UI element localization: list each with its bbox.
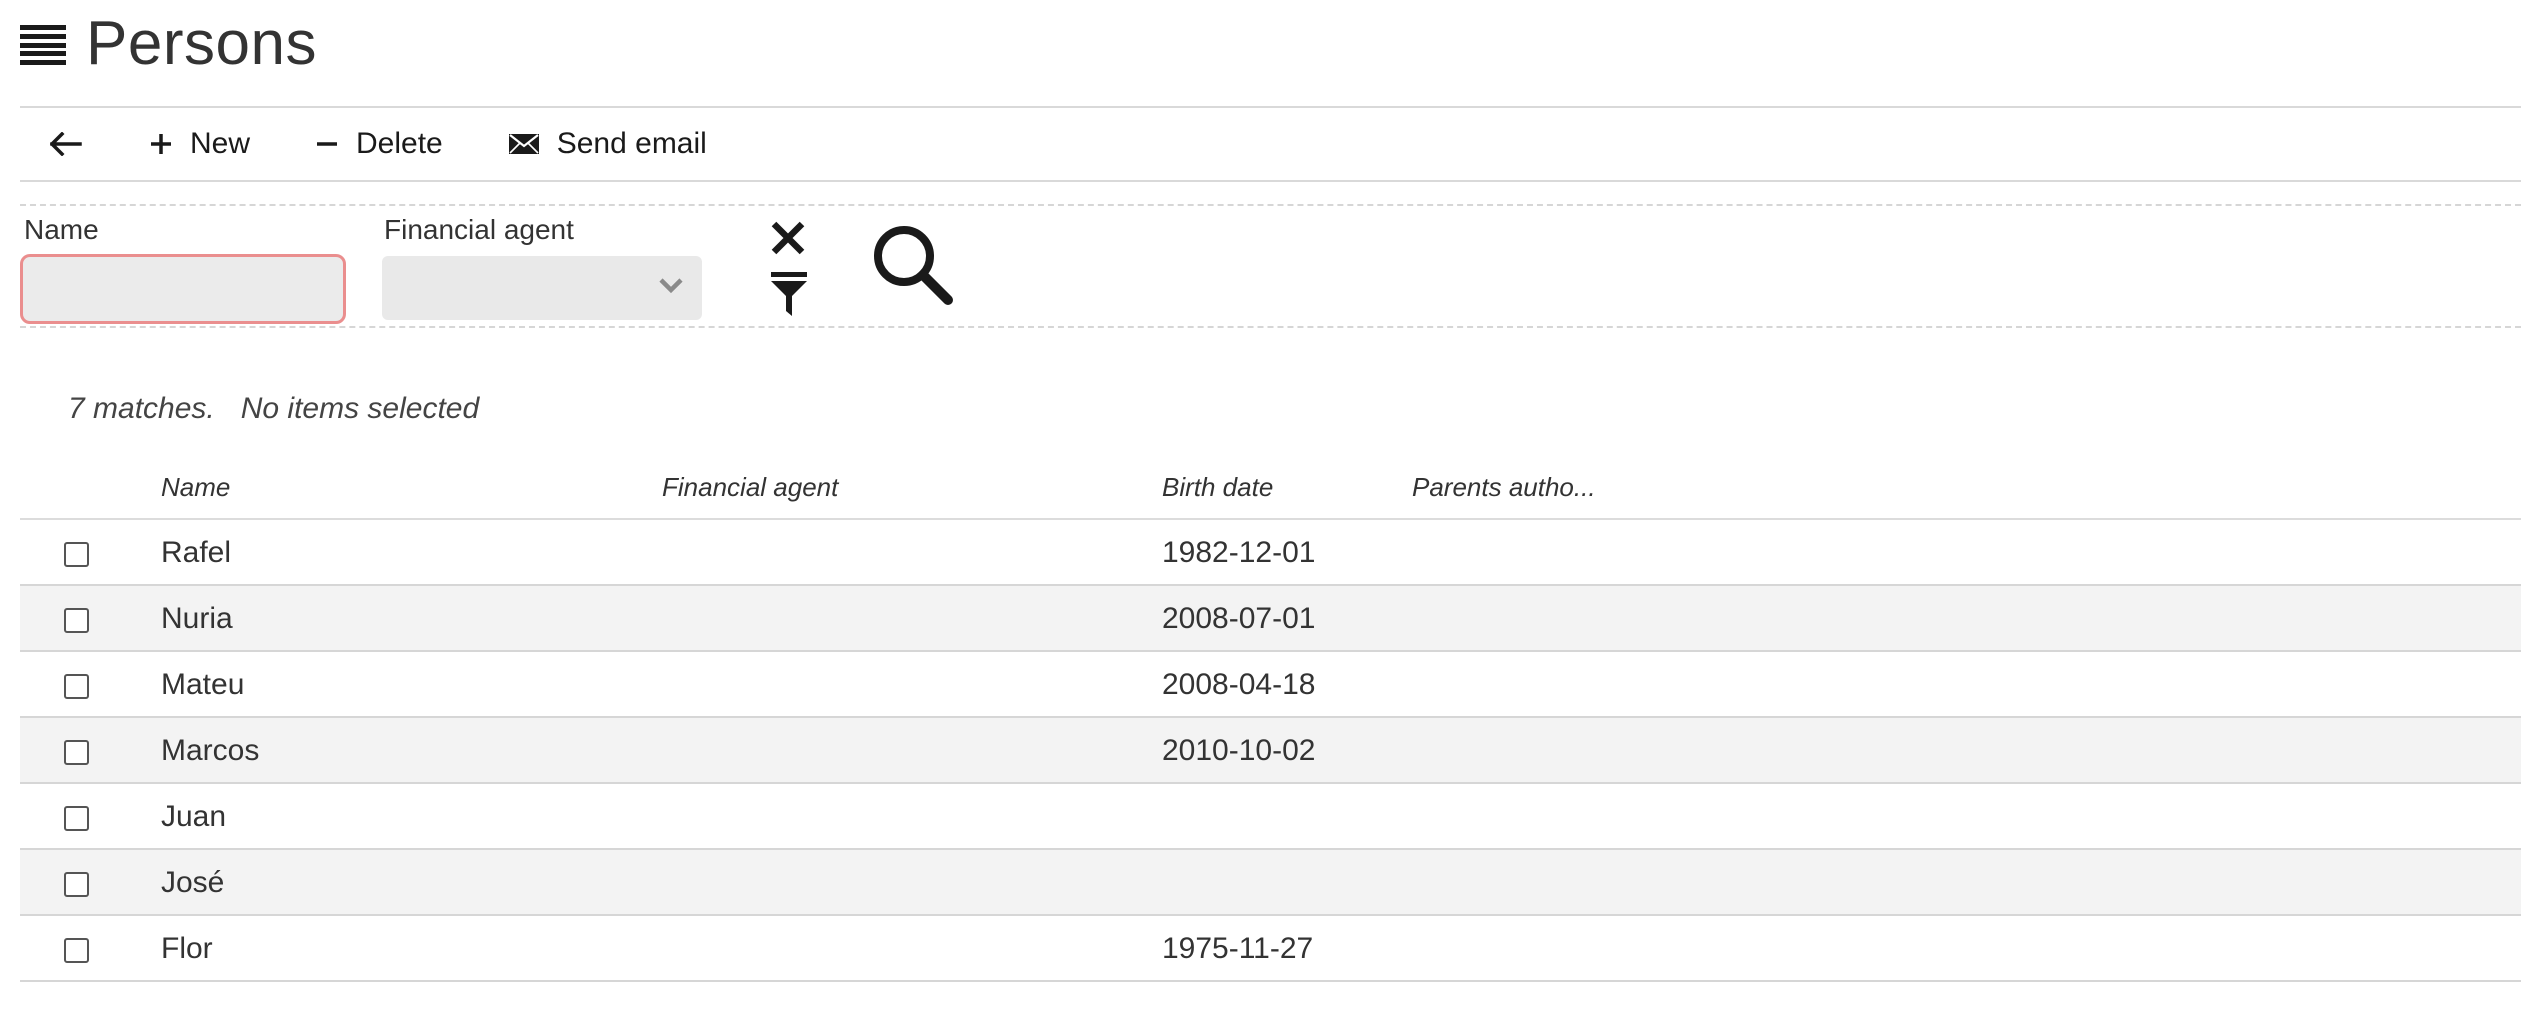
- column-header-name[interactable]: Name: [161, 472, 230, 503]
- name-filter-label: Name: [24, 214, 99, 245]
- cell-name: Flor: [161, 932, 213, 965]
- row-checkbox[interactable]: [64, 608, 89, 633]
- envelope-icon: [508, 134, 539, 154]
- row-checkbox[interactable]: [64, 806, 89, 831]
- back-button[interactable]: [50, 108, 86, 180]
- minus-icon: [316, 133, 338, 155]
- row-checkbox[interactable]: [64, 542, 89, 567]
- table-row[interactable]: Marcos 2010-10-02: [20, 718, 2521, 784]
- cell-birth-date: 2008-04-18: [1162, 668, 1316, 701]
- close-icon[interactable]: [766, 216, 810, 260]
- table-row[interactable]: Nuria 2008-07-01: [20, 586, 2521, 652]
- row-checkbox[interactable]: [64, 938, 89, 963]
- cell-birth-date: 1975-11-27: [1162, 932, 1314, 965]
- cell-name: Mateu: [161, 668, 245, 701]
- cell-name: Nuria: [161, 602, 233, 635]
- row-checkbox[interactable]: [64, 740, 89, 765]
- arrow-left-icon: [50, 132, 82, 156]
- cell-birth-date: 2008-07-01: [1162, 602, 1316, 635]
- table-row[interactable]: Rafel 1982-12-01: [20, 520, 2521, 586]
- persons-table: Name Financial agent Birth date Parents …: [20, 456, 2521, 982]
- send-email-button-label: Send email: [556, 127, 707, 160]
- cell-name: Rafel: [161, 536, 232, 569]
- table-row[interactable]: José: [20, 850, 2521, 916]
- column-header-financial-agent[interactable]: Financial agent: [662, 472, 838, 503]
- hamburger-icon[interactable]: [20, 25, 66, 65]
- column-header-birth-date[interactable]: Birth date: [1162, 472, 1273, 503]
- funnel-icon[interactable]: [770, 270, 808, 318]
- cell-birth-date: 1982-12-01: [1162, 536, 1316, 569]
- cell-name: José: [161, 866, 225, 899]
- search-icon[interactable]: [870, 222, 956, 308]
- cell-birth-date: 2010-10-02: [1162, 734, 1316, 767]
- toolbar: New Delete Send email: [20, 106, 2521, 182]
- table-row[interactable]: Juan: [20, 784, 2521, 850]
- delete-button[interactable]: Delete: [316, 108, 443, 180]
- table-header: Name Financial agent Birth date Parents …: [20, 456, 2521, 520]
- table-row[interactable]: Flor 1975-11-27: [20, 916, 2521, 982]
- row-checkbox[interactable]: [64, 674, 89, 699]
- filter-panel: Name Financial agent: [20, 204, 2521, 328]
- cell-name: Marcos: [161, 734, 260, 767]
- selection-status: No items selected: [240, 392, 480, 425]
- page-header: Persons: [20, 0, 317, 86]
- column-header-parents-authorization[interactable]: Parents autho...: [1412, 472, 1596, 503]
- match-count: 7 matches.: [68, 392, 215, 425]
- new-button-label: New: [190, 127, 251, 160]
- delete-button-label: Delete: [356, 127, 443, 160]
- plus-icon: [150, 133, 172, 155]
- row-checkbox[interactable]: [64, 872, 89, 897]
- new-button[interactable]: New: [150, 108, 250, 180]
- table-row[interactable]: Mateu 2008-04-18: [20, 652, 2521, 718]
- financial-agent-select[interactable]: [382, 256, 702, 320]
- page-title: Persons: [86, 8, 317, 78]
- chevron-down-icon: [658, 276, 684, 299]
- send-email-button[interactable]: Send email: [508, 108, 707, 180]
- name-filter-input[interactable]: [20, 254, 346, 324]
- cell-name: Juan: [161, 800, 227, 833]
- financial-agent-filter-label: Financial agent: [384, 214, 574, 245]
- results-summary: 7 matches. No items selected: [68, 392, 479, 426]
